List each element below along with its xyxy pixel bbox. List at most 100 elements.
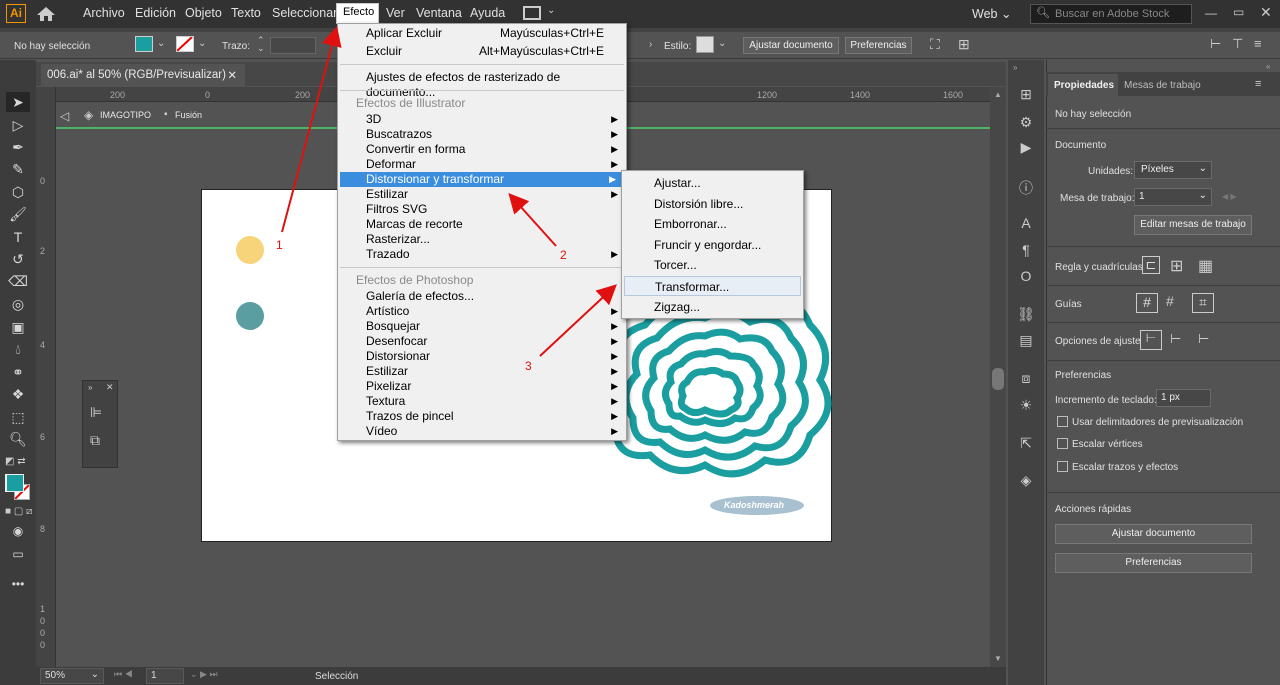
image-trace-icon[interactable]: ⧈ xyxy=(1016,370,1036,388)
menu-texto[interactable]: Texto xyxy=(231,6,261,20)
submenu-item-6[interactable]: Zigzag... xyxy=(622,297,803,317)
menu-icon[interactable]: ≡ xyxy=(1255,78,1261,90)
artboard-select[interactable]: 1 ⌄ xyxy=(1134,188,1212,206)
submenu-item-3[interactable]: Fruncir y engordar... xyxy=(622,235,803,255)
effect-item-0[interactable]: 3D ▶ xyxy=(338,112,626,127)
artboard-number-select[interactable]: 1 xyxy=(146,668,184,684)
chevron-down-icon[interactable]: ⌄ xyxy=(157,38,165,49)
next-artboard-icon[interactable]: ⌄ ▶ ⏭ xyxy=(190,669,218,680)
keyboard-increment-input[interactable]: 1 px xyxy=(1156,389,1211,407)
info-icon[interactable]: ⓘ xyxy=(1016,178,1036,196)
units-select[interactable]: Píxeles ⌄ xyxy=(1134,161,1212,179)
zoom-select[interactable]: 50% ⌄ xyxy=(40,668,104,684)
fill-color-front[interactable] xyxy=(6,474,24,492)
more-tools-icon[interactable]: ••• xyxy=(8,575,28,593)
ps-effect-item-4[interactable]: Distorsionar ▶ xyxy=(338,349,626,364)
pen-icon[interactable]: ✒ xyxy=(8,138,28,156)
menu-edicion[interactable]: Edición xyxy=(135,6,176,20)
screen-mode-icon[interactable]: ▭ xyxy=(8,545,28,563)
draw-mode-icon[interactable]: ◉ xyxy=(8,522,28,540)
first-artboard-icon[interactable]: ⏮ ◀ xyxy=(114,669,133,680)
workspace-switcher[interactable]: Web ⌄ xyxy=(972,6,1011,21)
snap-to-point-icon[interactable]: ⊢ xyxy=(1140,330,1162,350)
color-mode-icons[interactable]: ■ ▢ ⧄ xyxy=(5,506,32,517)
teal-circle[interactable] xyxy=(236,302,264,330)
effect-item-3[interactable]: Deformar ▶ xyxy=(338,157,626,172)
menu-seleccionar[interactable]: Seleccionar xyxy=(272,6,337,20)
brush-icon[interactable]: 🖌︎ xyxy=(8,205,28,223)
scroll-down-icon[interactable]: ▼ xyxy=(994,654,1002,663)
preferences-button[interactable]: Preferencias xyxy=(845,37,912,54)
breadcrumb-group[interactable]: Fusión xyxy=(175,110,202,120)
menu-ventana[interactable]: Ventana xyxy=(416,6,462,20)
rotate-icon[interactable]: ↺ xyxy=(8,250,28,268)
close-icon[interactable]: ✕ xyxy=(106,382,114,393)
eyedropper-icon[interactable]: 💧︎ xyxy=(8,340,28,358)
artboard-tool-icon[interactable]: ⬚ xyxy=(8,408,28,426)
submenu-item-1[interactable]: Distorsión libre... xyxy=(622,194,803,214)
stroke-stepper[interactable]: ⌃ ⌄ xyxy=(257,36,265,53)
direct-selection-icon[interactable]: ▷ xyxy=(8,116,28,134)
layers-stack-icon[interactable]: ◈ xyxy=(1016,472,1036,490)
grid-icon[interactable]: ⊞ xyxy=(1170,256,1183,276)
ps-effect-item-3[interactable]: Desenfocar ▶ xyxy=(338,334,626,349)
curvature-icon[interactable]: ✎ xyxy=(8,160,28,178)
document-tab[interactable]: 006.ai* al 50% (RGB/Previsualizar) ✕ xyxy=(41,64,245,86)
actions-play-icon[interactable]: ▶ xyxy=(1016,139,1036,157)
preview-bounds-checkbox[interactable] xyxy=(1057,416,1068,427)
workspace-layout-icon[interactable] xyxy=(523,6,541,20)
minimize-icon[interactable]: — xyxy=(1205,6,1217,20)
stroke-width-input[interactable] xyxy=(270,37,316,54)
align-center-icon[interactable]: ⊤ xyxy=(1232,36,1243,52)
effect-item-4[interactable]: Distorsionar y transformar ▶ xyxy=(340,172,624,187)
polygon-icon[interactable]: ⬡ xyxy=(8,183,28,201)
brightness-icon[interactable]: ☀ xyxy=(1016,397,1036,415)
menu-archivo[interactable]: Archivo xyxy=(83,6,125,20)
scale-strokes-checkbox[interactable] xyxy=(1057,461,1068,472)
qa-preferences-button[interactable]: Preferencias xyxy=(1055,553,1252,573)
shape-builder-icon[interactable]: ◎ xyxy=(8,295,28,313)
selection-tool-icon[interactable]: ➤ xyxy=(8,93,28,111)
character-icon[interactable]: A xyxy=(1016,215,1036,233)
apply-exclude-item[interactable]: Aplicar Excluir Mayúsculas+Ctrl+E xyxy=(338,26,626,41)
maximize-icon[interactable]: ▭ xyxy=(1233,5,1244,19)
settings-panel-icon[interactable]: ⚙ xyxy=(1016,114,1036,132)
ps-effect-item-1[interactable]: Artístico ▶ xyxy=(338,304,626,319)
submenu-item-2[interactable]: Emborronar... xyxy=(622,214,803,234)
rulers-icon[interactable]: ⊏ xyxy=(1142,256,1160,274)
submenu-item-5[interactable]: Transformar... xyxy=(624,276,801,296)
chevron-right-icon[interactable]: › xyxy=(649,39,652,50)
layers-panel-icon[interactable]: ⊞ xyxy=(1016,86,1036,104)
collapse-icon[interactable]: » xyxy=(1013,63,1017,72)
smart-guides-icon[interactable]: ⌗ xyxy=(1192,293,1214,313)
ps-effect-item-2[interactable]: Bosquejar ▶ xyxy=(338,319,626,334)
submenu-item-0[interactable]: Ajustar... xyxy=(622,173,803,193)
scale-corners-checkbox[interactable] xyxy=(1057,438,1068,449)
qa-fit-document-button[interactable]: Ajustar documento xyxy=(1055,524,1252,544)
fit-document-button[interactable]: Ajustar documento xyxy=(743,37,839,54)
back-arrow-icon[interactable]: ◁ xyxy=(60,109,69,123)
menu-efecto[interactable]: Efecto xyxy=(336,3,379,24)
fill-swatch[interactable] xyxy=(135,36,153,52)
gradient-icon[interactable]: ▣ xyxy=(8,318,28,336)
effect-item-2[interactable]: Convertir en forma ▶ xyxy=(338,142,626,157)
snap-to-pixel-icon[interactable]: ⊢ xyxy=(1198,331,1209,347)
ps-effect-item-7[interactable]: Textura ▶ xyxy=(338,394,626,409)
menu-objeto[interactable]: Objeto xyxy=(185,6,222,20)
type-icon[interactable]: T xyxy=(8,228,28,246)
align-panel-icon[interactable]: ⊫ xyxy=(90,404,102,421)
ps-effect-item-6[interactable]: Pixelizar ▶ xyxy=(338,379,626,394)
vertical-ruler[interactable] xyxy=(36,87,56,667)
submenu-item-4[interactable]: Torcer... xyxy=(622,255,803,275)
align-left-icon[interactable]: ⊢ xyxy=(1210,36,1221,52)
artboard-nav-icons[interactable]: ◀ ▶ xyxy=(1222,192,1237,201)
effect-item-6[interactable]: Filtros SVG xyxy=(338,202,626,217)
scroll-thumb[interactable] xyxy=(992,368,1004,390)
stock-search-input[interactable]: Buscar en Adobe Stock xyxy=(1030,4,1192,24)
close-tab-icon[interactable]: ✕ xyxy=(227,68,237,82)
transparency-grid-icon[interactable]: ▦ xyxy=(1198,256,1213,276)
export-icon[interactable]: ⇱ xyxy=(1016,435,1036,453)
snap-to-grid-icon[interactable]: ⊢ xyxy=(1170,331,1181,347)
ps-effect-item-0[interactable]: Galería de efectos... xyxy=(338,289,626,304)
ps-effect-item-9[interactable]: Vídeo ▶ xyxy=(338,424,626,439)
